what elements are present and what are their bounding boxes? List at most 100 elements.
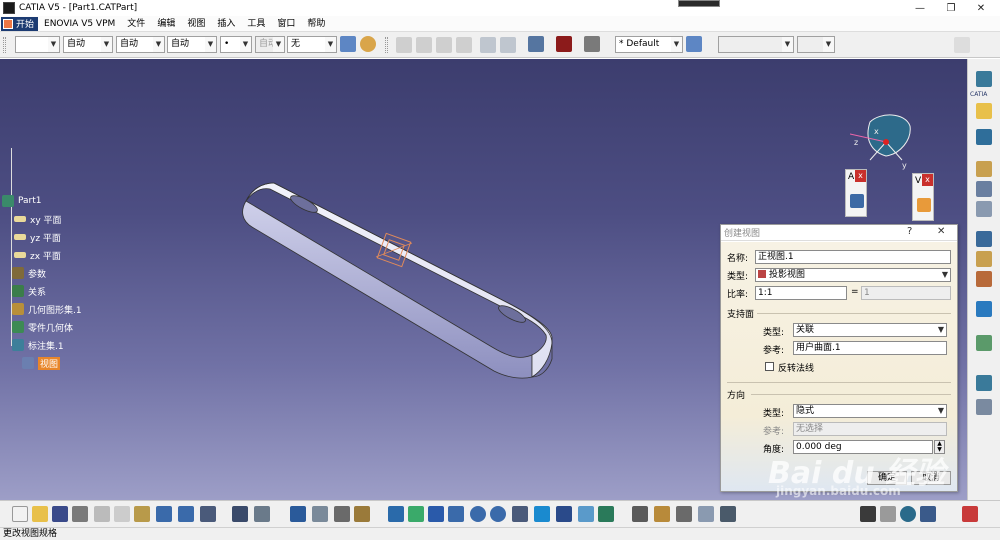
color-dropdown[interactable]: ▼ [15,36,60,53]
scale-field[interactable]: 1:1 [755,286,847,300]
view-manager-icon[interactable] [698,506,714,522]
paint-bucket-icon[interactable] [360,36,376,52]
select-icon[interactable] [976,103,992,119]
camera-icon[interactable] [860,506,876,522]
capture-icon[interactable] [976,301,992,317]
toolbar-grip[interactable] [3,37,6,53]
start-menu[interactable]: 开始 [1,16,39,31]
new-file-icon[interactable] [12,506,28,522]
redo-icon[interactable] [178,506,194,522]
grid-icon[interactable] [556,36,572,52]
align-icon[interactable] [954,37,970,53]
direction-type-select[interactable]: 隐式 ▼ [793,404,947,418]
iso-view-icon[interactable] [534,506,550,522]
expand-icon[interactable] [920,506,936,522]
linetype-dropdown[interactable]: 自动 ▼ [167,36,217,53]
save-icon[interactable] [52,506,68,522]
tree-item-yz-plane[interactable]: yz 平面 [14,230,61,244]
tree-item-relations[interactable]: 关系 [12,284,46,298]
copy-icon[interactable] [114,506,130,522]
open-folder-icon[interactable] [32,506,48,522]
swap-visible-icon[interactable] [598,506,614,522]
text-icon[interactable] [976,201,992,217]
hide-show-icon[interactable] [578,506,594,522]
dialog-close-button[interactable]: ✕ [937,226,945,237]
name-field[interactable]: 正视图.1 [755,250,951,264]
point-style-dropdown[interactable]: • ▼ [220,36,252,53]
tree-item-geometric-set[interactable]: 几何图形集.1 [12,302,82,316]
comment-icon[interactable] [254,506,270,522]
annotation-icon[interactable] [850,194,864,208]
close-icon[interactable]: x [922,174,933,186]
type-select[interactable]: 投影视图 ▼ [755,268,951,282]
axis-system-icon[interactable] [584,36,600,52]
geometry-icon[interactable] [976,399,992,415]
render-style-dropdown[interactable]: 无 ▼ [287,36,337,53]
tree-item-part-body[interactable]: 零件几何体 [12,320,73,334]
apply-material-icon[interactable] [354,506,370,522]
zoom-in-icon[interactable] [470,506,486,522]
point-icon[interactable] [396,37,412,53]
style-painter-icon[interactable] [686,36,702,52]
tolerance-icon[interactable] [976,375,992,391]
section-icon[interactable] [976,251,992,267]
pan-icon[interactable] [428,506,444,522]
cube-section-icon[interactable] [500,37,516,53]
tools-icon[interactable] [654,506,670,522]
undo-icon[interactable] [156,506,172,522]
view-front-icon[interactable] [976,231,992,247]
tree-item-view[interactable]: 视图 [22,356,61,370]
transparency-dropdown[interactable]: 自动 ▼ [63,36,113,53]
painter-icon[interactable] [340,36,356,52]
sheet-icon[interactable] [880,506,896,522]
gear-icon[interactable] [528,36,544,52]
close-button[interactable]: ✕ [966,0,996,16]
whats-this-icon[interactable] [200,506,216,522]
formula-icon[interactable] [232,506,248,522]
eraser-icon[interactable] [456,37,472,53]
line-icon[interactable] [416,37,432,53]
catia-gear-icon[interactable] [976,335,992,351]
restore-button[interactable]: ❐ [936,0,966,16]
support-type-select[interactable]: 关联 ▼ [793,323,947,337]
menu-help[interactable]: 帮助 [301,16,331,32]
analysis-icon[interactable] [676,506,692,522]
tree-item-zx-plane[interactable]: zx 平面 [14,248,61,262]
catalog-icon[interactable] [312,506,328,522]
menu-file[interactable]: 文件 [121,16,151,32]
font-dropdown[interactable]: ▼ [718,36,794,53]
close-icon[interactable]: x [855,170,866,182]
dimension-icon[interactable] [976,161,992,177]
view-icon[interactable] [917,198,931,212]
shading-icon[interactable] [556,506,572,522]
clock-icon[interactable] [900,506,916,522]
help-button[interactable]: ? [907,226,912,237]
menu-edit[interactable]: 编辑 [151,16,181,32]
layer-dropdown[interactable]: 自动 ▼ [255,36,285,53]
zoom-out-icon[interactable] [490,506,506,522]
fly-mode-icon[interactable] [388,506,404,522]
workbench-icon[interactable] [976,71,992,87]
support-ref-field[interactable]: 用户曲面.1 [793,341,947,355]
menu-insert[interactable]: 插入 [211,16,241,32]
circle-icon[interactable] [436,37,452,53]
menu-view[interactable]: 视图 [181,16,211,32]
toolbar-grip[interactable] [385,37,388,53]
style-dropdown[interactable]: * Default ▼ [615,36,683,53]
print-icon[interactable] [72,506,88,522]
measure-icon[interactable] [334,506,350,522]
menu-enovia[interactable]: ENOVIA V5 VPM [38,16,121,32]
tree-item-xy-plane[interactable]: xy 平面 [14,212,62,226]
normal-view-icon[interactable] [512,506,528,522]
rotate-icon[interactable] [448,506,464,522]
cut-icon[interactable] [94,506,110,522]
tree-item-parameters[interactable]: 参数 [12,266,46,280]
cube-view-icon[interactable] [480,37,496,53]
table-icon[interactable] [290,506,306,522]
dress-up-icon[interactable] [976,271,992,287]
extract-icon[interactable] [720,506,736,522]
minimize-button[interactable]: — [905,0,935,16]
linewidth-dropdown[interactable]: 自动 ▼ [116,36,165,53]
menu-window[interactable]: 窗口 [271,16,301,32]
tree-root[interactable]: Part1 [2,194,42,208]
